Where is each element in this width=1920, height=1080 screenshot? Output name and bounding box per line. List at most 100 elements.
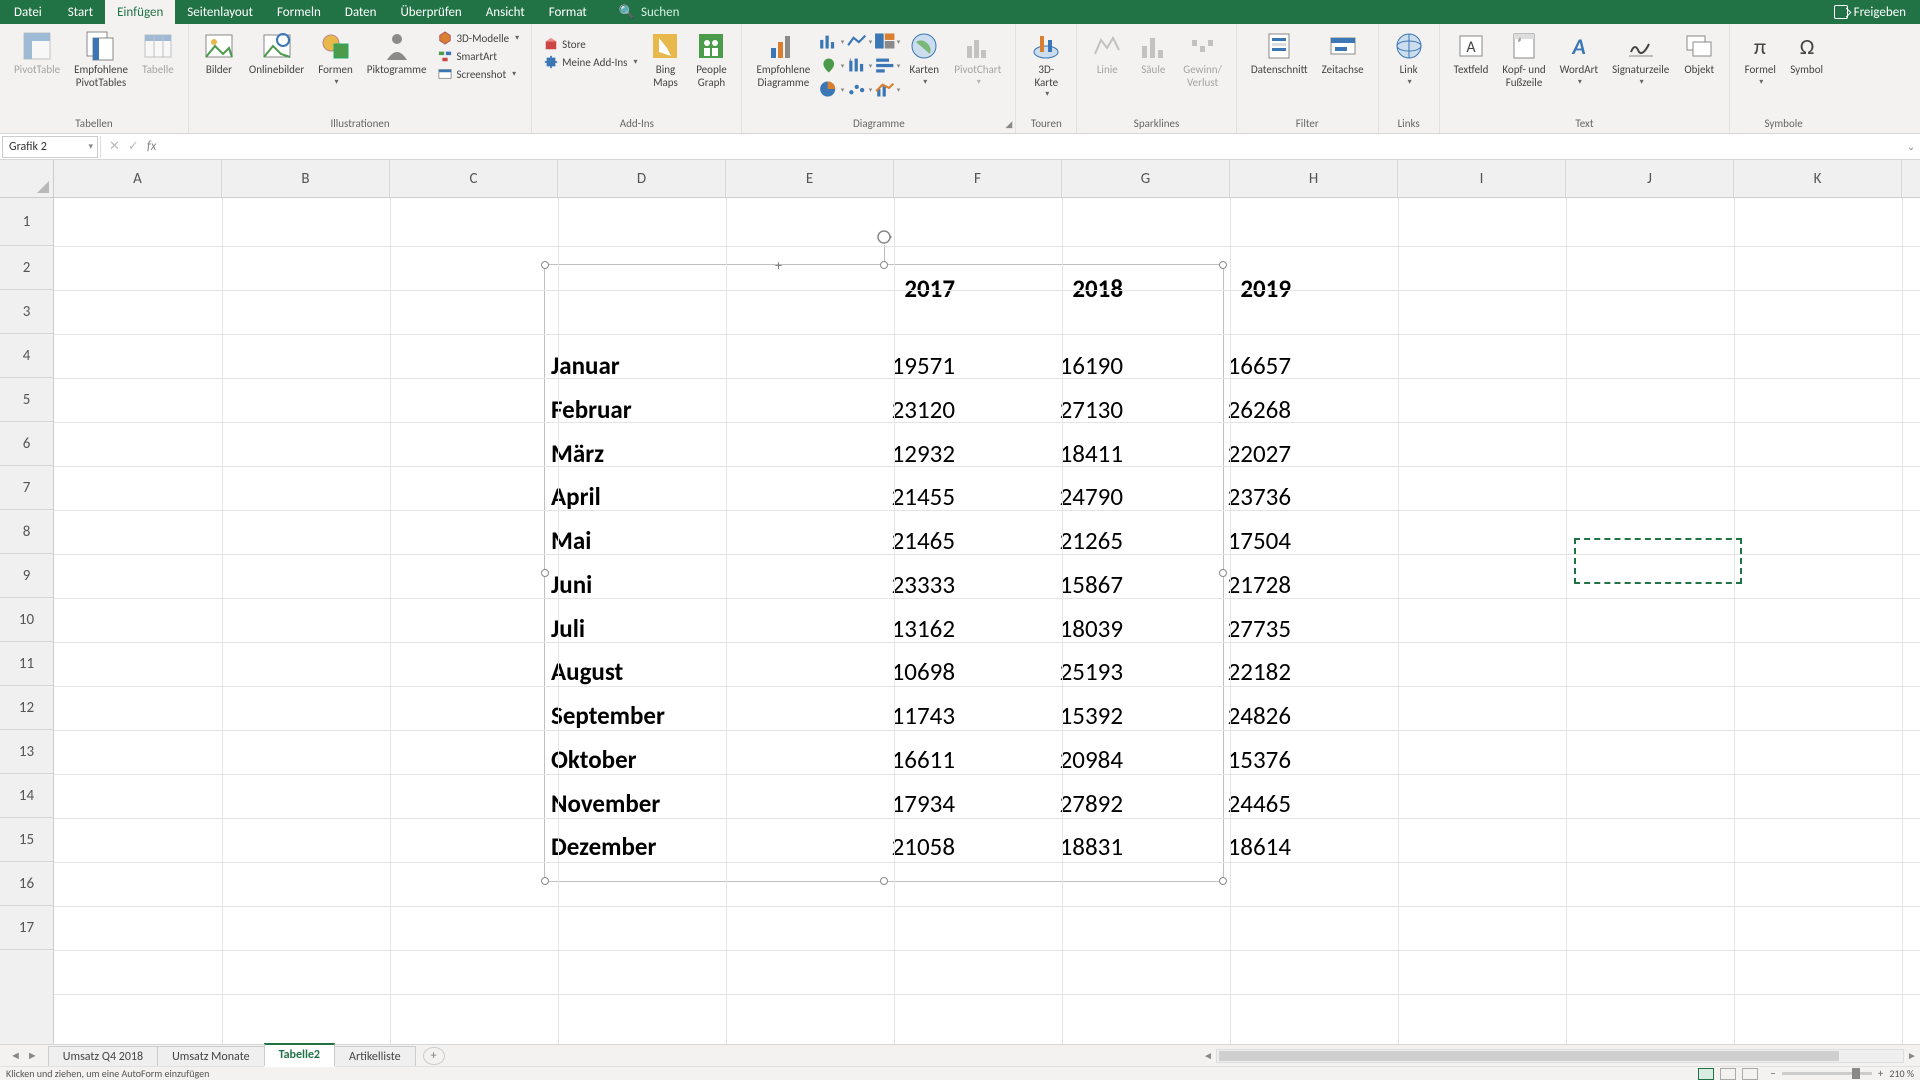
row-header-12[interactable]: 12	[0, 686, 53, 730]
3dmodelle-button[interactable]: 3D-Modelle	[434, 30, 523, 46]
menu-ueberpruefen[interactable]: Überprüfen	[388, 0, 473, 24]
sheet-nav-next[interactable]: ►	[27, 1049, 38, 1062]
column-header-B[interactable]: B	[222, 160, 390, 197]
signaturzeile-button[interactable]: Signaturzeile	[1606, 28, 1675, 89]
myaddins-button[interactable]: Meine Add-Ins	[540, 54, 641, 70]
karten-button[interactable]: Karten	[902, 28, 946, 89]
resize-handle-s[interactable]	[880, 877, 888, 885]
bilder-button[interactable]: Bilder	[197, 28, 241, 79]
tell-me-search[interactable]: 🔍 Suchen	[619, 5, 680, 20]
link-button[interactable]: Link	[1387, 28, 1431, 89]
bingmaps-button[interactable]: Bing Maps	[643, 28, 687, 91]
formula-expand-button[interactable]: ⌄	[1902, 140, 1920, 153]
zoom-slider-thumb[interactable]	[1852, 1068, 1860, 1079]
kopfzeile-button[interactable]: #Kopf- und Fußzeile	[1496, 28, 1551, 91]
select-all-corner[interactable]	[0, 160, 54, 198]
sheet-tab[interactable]: Tabelle2	[264, 1043, 335, 1067]
view-pagebreak-button[interactable]	[1742, 1068, 1758, 1080]
row-header-7[interactable]: 7	[0, 466, 53, 510]
spreadsheet-grid[interactable]: ABCDEFGHIJK 1234567891011121314151617 + …	[0, 160, 1920, 1044]
zoom-slider[interactable]	[1782, 1072, 1872, 1075]
column-header-H[interactable]: H	[1230, 160, 1398, 197]
peoplegraph-button[interactable]: People Graph	[689, 28, 733, 91]
share-button[interactable]: Freigeben	[1834, 5, 1906, 20]
menu-start[interactable]: Start	[56, 0, 105, 24]
formula-input[interactable]	[164, 136, 1902, 158]
hscroll-thumb[interactable]	[1219, 1051, 1839, 1061]
name-box[interactable]: Grafik 2	[2, 136, 98, 158]
row-header-6[interactable]: 6	[0, 422, 53, 466]
sheet-nav-prev[interactable]: ◄	[10, 1049, 21, 1062]
row-header-2[interactable]: 2	[0, 246, 53, 290]
resize-handle-sw[interactable]	[541, 877, 549, 885]
column-header-J[interactable]: J	[1566, 160, 1734, 197]
store-button[interactable]: Store	[540, 36, 641, 52]
column-header-G[interactable]: G	[1062, 160, 1230, 197]
row-headers[interactable]: 1234567891011121314151617	[0, 198, 54, 1044]
add-sheet-button[interactable]: +	[423, 1047, 445, 1065]
menu-formeln[interactable]: Formeln	[265, 0, 333, 24]
menu-format[interactable]: Format	[537, 0, 599, 24]
row-header-1[interactable]: 1	[0, 198, 53, 246]
zoom-out-button[interactable]: −	[1770, 1067, 1775, 1080]
empfohlene-diagramme-button[interactable]: Empfohlene Diagramme	[750, 28, 816, 91]
row-header-11[interactable]: 11	[0, 642, 53, 686]
row-header-4[interactable]: 4	[0, 334, 53, 378]
chart-column-button[interactable]	[818, 30, 844, 52]
row-header-16[interactable]: 16	[0, 862, 53, 906]
onlinebilder-button[interactable]: Onlinebilder	[243, 28, 310, 79]
row-header-3[interactable]: 3	[0, 290, 53, 334]
zoom-level[interactable]: 210 %	[1889, 1067, 1914, 1080]
textfeld-button[interactable]: ATextfeld	[1448, 28, 1495, 79]
hscroll-track[interactable]	[1216, 1049, 1904, 1063]
menu-daten[interactable]: Daten	[333, 0, 389, 24]
column-headers[interactable]: ABCDEFGHIJK	[54, 160, 1920, 198]
chart-combo-button[interactable]	[874, 78, 900, 100]
row-header-17[interactable]: 17	[0, 906, 53, 950]
zeitachse-button[interactable]: Zeitachse	[1316, 28, 1370, 79]
resize-handle-nw[interactable]	[541, 261, 549, 269]
row-header-14[interactable]: 14	[0, 774, 53, 818]
symbol-button[interactable]: ΩSymbol	[1784, 28, 1829, 79]
chart-map-button[interactable]	[818, 54, 844, 76]
horizontal-scrollbar[interactable]: ◄ ►	[1200, 1049, 1920, 1063]
column-header-I[interactable]: I	[1398, 160, 1566, 197]
row-header-5[interactable]: 5	[0, 378, 53, 422]
chart-pie-button[interactable]	[818, 78, 844, 100]
resize-handle-se[interactable]	[1219, 877, 1227, 885]
piktogramme-button[interactable]: Piktogramme	[361, 28, 433, 79]
hscroll-right[interactable]: ►	[1904, 1049, 1920, 1062]
chart-statistic-button[interactable]	[846, 54, 872, 76]
recommended-pivottables-button[interactable]: Empfohlene PivotTables	[68, 28, 134, 91]
column-header-C[interactable]: C	[390, 160, 558, 197]
menu-ansicht[interactable]: Ansicht	[474, 0, 537, 24]
screenshot-button[interactable]: Screenshot	[434, 66, 523, 82]
chart-bar-button[interactable]	[874, 54, 900, 76]
chart-scatter-button[interactable]	[846, 78, 872, 100]
row-header-10[interactable]: 10	[0, 598, 53, 642]
sheet-tab[interactable]: Artikelliste	[334, 1046, 416, 1067]
column-header-E[interactable]: E	[726, 160, 894, 197]
row-header-13[interactable]: 13	[0, 730, 53, 774]
sheet-tab[interactable]: Umsatz Q4 2018	[48, 1046, 158, 1067]
graphic-object[interactable]: + 201720182019Januar195711619016657Febru…	[544, 264, 1224, 882]
hscroll-left[interactable]: ◄	[1200, 1049, 1216, 1062]
row-header-15[interactable]: 15	[0, 818, 53, 862]
column-header-K[interactable]: K	[1734, 160, 1902, 197]
column-header-A[interactable]: A	[54, 160, 222, 197]
menu-einfuegen[interactable]: Einfügen	[105, 0, 175, 24]
diagramme-dialog-launcher[interactable]: ◢	[1005, 119, 1012, 130]
chart-line-button[interactable]	[846, 30, 872, 52]
column-header-D[interactable]: D	[558, 160, 726, 197]
fx-icon[interactable]: fx	[147, 139, 157, 154]
view-pagelayout-button[interactable]	[1720, 1068, 1736, 1080]
sheet-tab[interactable]: Umsatz Monate	[157, 1046, 264, 1067]
formen-button[interactable]: Formen	[312, 28, 359, 89]
formel-button[interactable]: πFormel	[1738, 28, 1782, 89]
cells-area[interactable]: + 201720182019Januar195711619016657Febru…	[54, 198, 1920, 1044]
zoom-in-button[interactable]: +	[1878, 1067, 1883, 1080]
rotation-handle[interactable]	[876, 229, 892, 245]
3dkarte-button[interactable]: 3D- Karte	[1024, 28, 1068, 101]
menu-file[interactable]: Datei	[0, 0, 56, 24]
resize-handle-w[interactable]	[541, 569, 549, 577]
